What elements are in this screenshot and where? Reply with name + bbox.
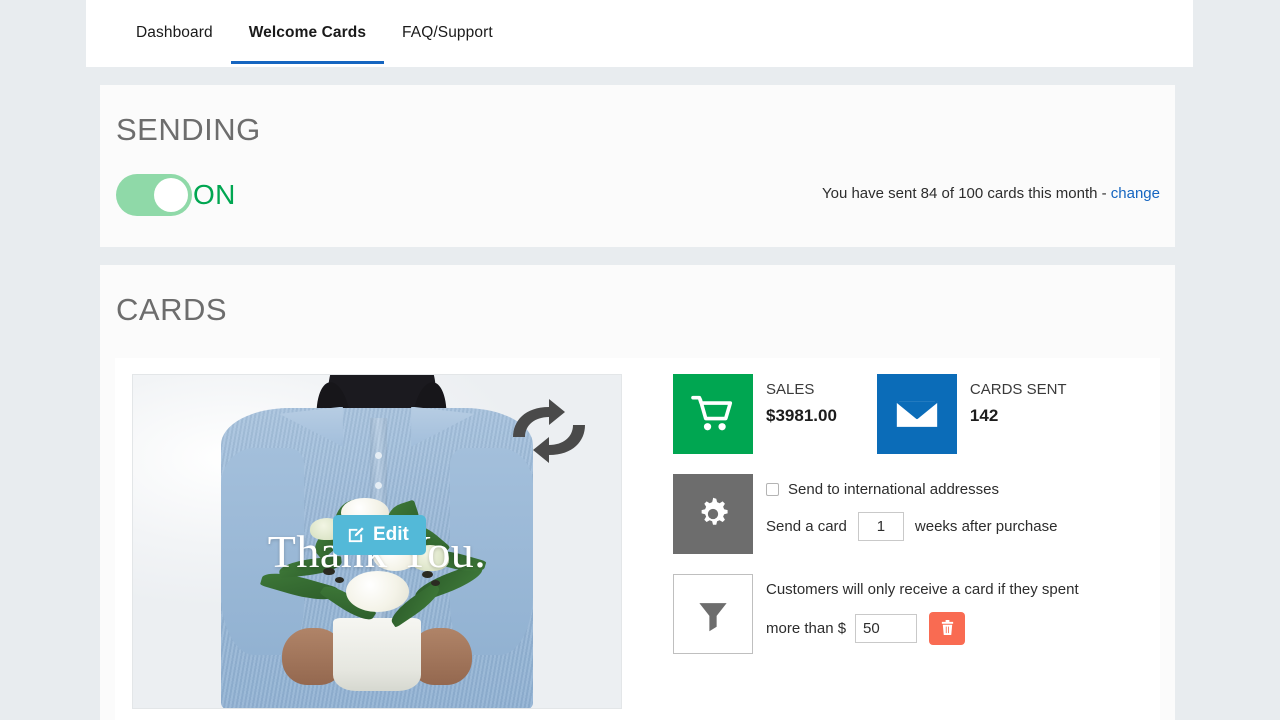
- cards-panel: CARDS Thank You. Edit SALES $3981.00 CAR…: [100, 265, 1175, 720]
- sending-toggle-state-label: ON: [193, 179, 236, 210]
- card-stats-column: SALES $3981.00 CARDS SENT 142 Send to in…: [673, 374, 1143, 654]
- delay-prefix-label: Send a card: [766, 518, 847, 535]
- stat-sales-label: SALES: [766, 381, 815, 398]
- edit-card-button[interactable]: Edit: [333, 515, 426, 555]
- stat-cards-sent-label: CARDS SENT: [969, 381, 1067, 398]
- sending-toggle-knob: [154, 178, 188, 212]
- filter-description: Customers will only receive a card if th…: [766, 581, 1079, 598]
- card-filter-body: Customers will only receive a card if th…: [766, 574, 1079, 654]
- filter-amount-line: more than $: [766, 612, 1079, 645]
- card-item: Thank You. Edit SALES $3981.00 CARDS SEN…: [115, 358, 1160, 720]
- nav-tab-list: Dashboard Welcome Cards FAQ/Support: [86, 0, 1193, 67]
- delay-weeks-input[interactable]: [857, 512, 904, 541]
- stat-sales: SALES $3981.00: [673, 374, 837, 454]
- edit-pencil-icon: [346, 526, 365, 545]
- card-settings-body: Send to international addresses Send a c…: [766, 474, 1057, 554]
- stat-cards-sent: CARDS SENT 142: [876, 374, 1067, 454]
- change-quota-link[interactable]: change: [1111, 185, 1160, 202]
- card-preview[interactable]: Thank You. Edit: [132, 374, 622, 709]
- international-checkbox[interactable]: [766, 483, 779, 496]
- stat-sales-text: SALES $3981.00: [766, 374, 837, 426]
- nav-tab-dashboard[interactable]: Dashboard: [118, 0, 231, 64]
- sending-toggle-group: ON: [116, 174, 236, 216]
- refresh-swap-icon[interactable]: [495, 393, 603, 469]
- card-filter-row: Customers will only receive a card if th…: [673, 574, 1143, 654]
- sending-panel: SENDING ON You have sent 84 of 100 cards…: [100, 85, 1175, 247]
- gear-icon: [673, 474, 753, 554]
- international-label: Send to international addresses: [788, 481, 999, 498]
- delete-filter-button[interactable]: [929, 612, 966, 645]
- stat-sales-value: $3981.00: [766, 406, 837, 425]
- filter-amount-input[interactable]: [855, 614, 918, 643]
- trash-icon: [940, 619, 955, 639]
- card-settings-row: Send to international addresses Send a c…: [673, 474, 1143, 554]
- delay-line: Send a card weeks after purchase: [766, 512, 1057, 541]
- nav-tab-faq-support[interactable]: FAQ/Support: [384, 0, 511, 64]
- sending-panel-title: SENDING: [116, 112, 261, 147]
- stat-cards-sent-text: CARDS SENT 142: [970, 374, 1067, 426]
- funnel-icon: [673, 574, 753, 654]
- sending-controls-row: ON You have sent 84 of 100 cards this mo…: [100, 148, 1175, 216]
- stat-cards-sent-value: 142: [969, 406, 999, 425]
- shopping-cart-icon: [673, 374, 753, 454]
- stat-row: SALES $3981.00 CARDS SENT 142: [673, 374, 1143, 454]
- cards-panel-title: CARDS: [116, 292, 228, 327]
- quota-text: You have sent 84 of 100 cards this month…: [822, 185, 1160, 206]
- filter-amount-prefix: more than $: [766, 620, 847, 637]
- top-navbar: Dashboard Welcome Cards FAQ/Support: [86, 0, 1193, 67]
- delay-suffix-label: weeks after purchase: [914, 518, 1058, 535]
- sending-toggle[interactable]: [116, 174, 192, 216]
- quota-message: You have sent 84 of 100 cards this month…: [821, 184, 1111, 202]
- envelope-icon: [876, 374, 957, 454]
- international-check-line: Send to international addresses: [766, 481, 1057, 498]
- edit-button-label: Edit: [373, 524, 409, 545]
- nav-tab-welcome-cards[interactable]: Welcome Cards: [230, 0, 385, 64]
